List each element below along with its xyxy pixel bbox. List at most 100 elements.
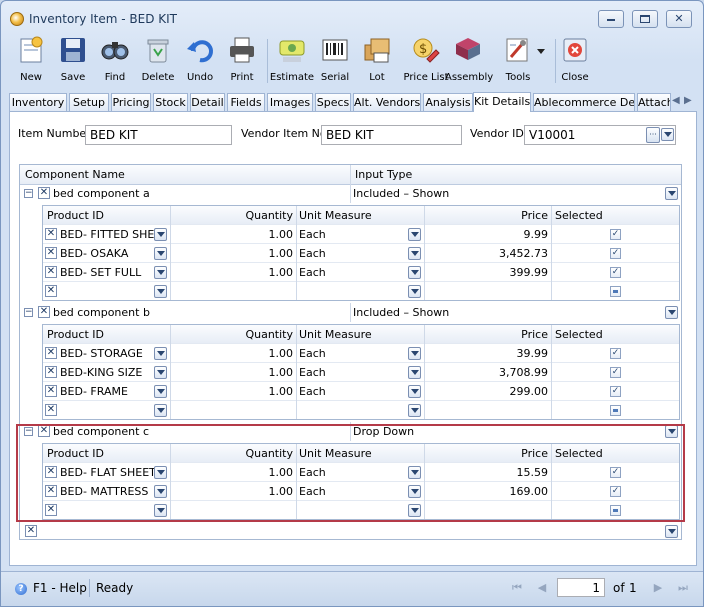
product-id-dropdown[interactable]: [154, 466, 167, 479]
new-button[interactable]: New: [11, 33, 51, 87]
tab-setup[interactable]: Setup: [69, 93, 109, 111]
first-page-icon[interactable]: ⏮: [508, 580, 526, 596]
tab-scroll-left-icon[interactable]: ◀: [672, 95, 680, 106]
help-label[interactable]: F1 - Help: [33, 581, 87, 595]
unit-measure-dropdown[interactable]: [408, 485, 421, 498]
selected-checkbox[interactable]: ✓: [610, 367, 621, 378]
component-name[interactable]: bed component a: [53, 184, 343, 203]
product-id-dropdown[interactable]: [154, 385, 167, 398]
page-number-input[interactable]: 1: [557, 578, 605, 597]
product-id-value[interactable]: BED- STORAGE: [60, 344, 155, 363]
tab-fields[interactable]: Fields: [227, 93, 265, 111]
price-value[interactable]: 15.59: [427, 463, 549, 482]
tab-kit-details[interactable]: Kit Details: [473, 92, 531, 112]
product-id-value[interactable]: BED- FRAME: [60, 382, 155, 401]
price-value[interactable]: 399.99: [427, 263, 549, 282]
component-row[interactable]: − ✕ bed component b Included – Shown: [20, 303, 681, 322]
unit-measure-dropdown[interactable]: [408, 404, 421, 417]
tools-button[interactable]: Tools: [497, 33, 539, 87]
find-button[interactable]: Find: [95, 33, 135, 87]
tab-ablecommerce-detail[interactable]: Ablecommerce Detail: [533, 93, 635, 111]
item-row[interactable]: ✕ BED- SET FULL 1.00 Each 399.99 ✓: [43, 263, 679, 282]
component-input-type[interactable]: Included – Shown: [353, 303, 653, 322]
unit-measure-dropdown[interactable]: [408, 228, 421, 241]
new-component-dropdown[interactable]: [665, 525, 678, 538]
new-component-remove-icon[interactable]: ✕: [25, 525, 37, 537]
item-number-field[interactable]: BED KIT: [85, 125, 232, 145]
tab-attach[interactable]: Attach: [637, 93, 671, 111]
tools-dropdown-arrow[interactable]: [537, 49, 545, 54]
estimate-button[interactable]: Estimate: [269, 33, 315, 87]
print-button[interactable]: Print: [221, 33, 263, 87]
unit-measure-value[interactable]: Each: [299, 463, 399, 482]
product-id-dropdown[interactable]: [154, 485, 167, 498]
remove-item-icon[interactable]: ✕: [45, 228, 57, 240]
vendor-id-lookup-button[interactable]: ···: [646, 127, 660, 143]
unit-measure-dropdown[interactable]: [408, 466, 421, 479]
remove-item-icon[interactable]: ✕: [45, 385, 57, 397]
quantity-value[interactable]: 1.00: [173, 344, 294, 363]
product-id-dropdown[interactable]: [154, 404, 167, 417]
product-id-value[interactable]: BED- MATTRESS: [60, 482, 155, 501]
product-id-value[interactable]: BED- FLAT SHEET: [60, 463, 155, 482]
selected-checkbox[interactable]: [610, 405, 621, 416]
input-type-dropdown[interactable]: [665, 425, 678, 438]
delete-button[interactable]: Delete: [137, 33, 179, 87]
remove-component-icon[interactable]: ✕: [38, 425, 50, 437]
unit-measure-dropdown[interactable]: [408, 247, 421, 260]
product-id-value[interactable]: BED-KING SIZE: [60, 363, 155, 382]
remove-item-icon[interactable]: ✕: [45, 247, 57, 259]
undo-button[interactable]: Undo: [179, 33, 221, 87]
collapse-icon[interactable]: −: [24, 308, 33, 317]
lot-button[interactable]: Lot: [357, 33, 397, 87]
quantity-value[interactable]: 1.00: [173, 263, 294, 282]
input-type-dropdown[interactable]: [665, 306, 678, 319]
remove-item-icon[interactable]: ✕: [45, 347, 57, 359]
price-value[interactable]: 299.00: [427, 382, 549, 401]
price-value[interactable]: 39.99: [427, 344, 549, 363]
selected-checkbox[interactable]: ✓: [610, 248, 621, 259]
quantity-value[interactable]: 1.00: [173, 244, 294, 263]
tab-analysis[interactable]: Analysis: [423, 93, 473, 111]
product-id-dropdown[interactable]: [154, 285, 167, 298]
remove-component-icon[interactable]: ✕: [38, 187, 50, 199]
new-item-row[interactable]: ✕: [43, 282, 679, 300]
assembly-button[interactable]: Assembly: [445, 33, 493, 87]
unit-measure-value[interactable]: Each: [299, 482, 399, 501]
product-id-dropdown[interactable]: [154, 228, 167, 241]
selected-checkbox[interactable]: ✓: [610, 348, 621, 359]
item-row[interactable]: ✕BED- FITTED SHEET 1.00 Each 9.99 ✓: [43, 225, 679, 244]
product-id-dropdown[interactable]: [154, 504, 167, 517]
component-row[interactable]: − ✕ bed component a Included – Shown: [20, 184, 681, 203]
item-row[interactable]: ✕ BED-KING SIZE 1.00 Each 3,708.99 ✓: [43, 363, 679, 382]
component-name[interactable]: bed component b: [53, 303, 343, 322]
unit-measure-dropdown[interactable]: [408, 266, 421, 279]
item-row[interactable]: ✕ BED- STORAGE 1.00 Each 39.99 ✓: [43, 344, 679, 363]
new-item-row[interactable]: ✕: [43, 401, 679, 419]
product-id-value[interactable]: BED- SET FULL: [60, 263, 155, 282]
maximize-button[interactable]: [632, 10, 658, 28]
unit-measure-dropdown[interactable]: [408, 285, 421, 298]
new-item-row[interactable]: ✕: [43, 501, 679, 519]
last-page-icon[interactable]: ⏭: [674, 580, 692, 596]
next-page-icon[interactable]: ▶: [649, 580, 667, 596]
quantity-value[interactable]: 1.00: [173, 225, 294, 244]
unit-measure-value[interactable]: Each: [299, 363, 399, 382]
item-row[interactable]: ✕ BED- MATTRESS 1.00 Each 169.00 ✓: [43, 482, 679, 501]
unit-measure-dropdown[interactable]: [408, 347, 421, 360]
component-input-type[interactable]: Drop Down: [353, 422, 653, 441]
selected-checkbox[interactable]: ✓: [610, 267, 621, 278]
component-name[interactable]: bed component c: [53, 422, 343, 441]
vendor-item-no-field[interactable]: BED KIT: [321, 125, 462, 145]
close-window-button[interactable]: ✕: [666, 10, 692, 28]
unit-measure-value[interactable]: Each: [299, 244, 399, 263]
tab-detail[interactable]: Detail: [190, 93, 225, 111]
unit-measure-value[interactable]: Each: [299, 344, 399, 363]
quantity-value[interactable]: 1.00: [173, 382, 294, 401]
product-id-dropdown[interactable]: [154, 366, 167, 379]
product-id-dropdown[interactable]: [154, 247, 167, 260]
item-row[interactable]: ✕ BED- FRAME 1.00 Each 299.00 ✓: [43, 382, 679, 401]
product-id-dropdown[interactable]: [154, 266, 167, 279]
price-value[interactable]: 3,452.73: [427, 244, 548, 263]
unit-measure-dropdown[interactable]: [408, 366, 421, 379]
